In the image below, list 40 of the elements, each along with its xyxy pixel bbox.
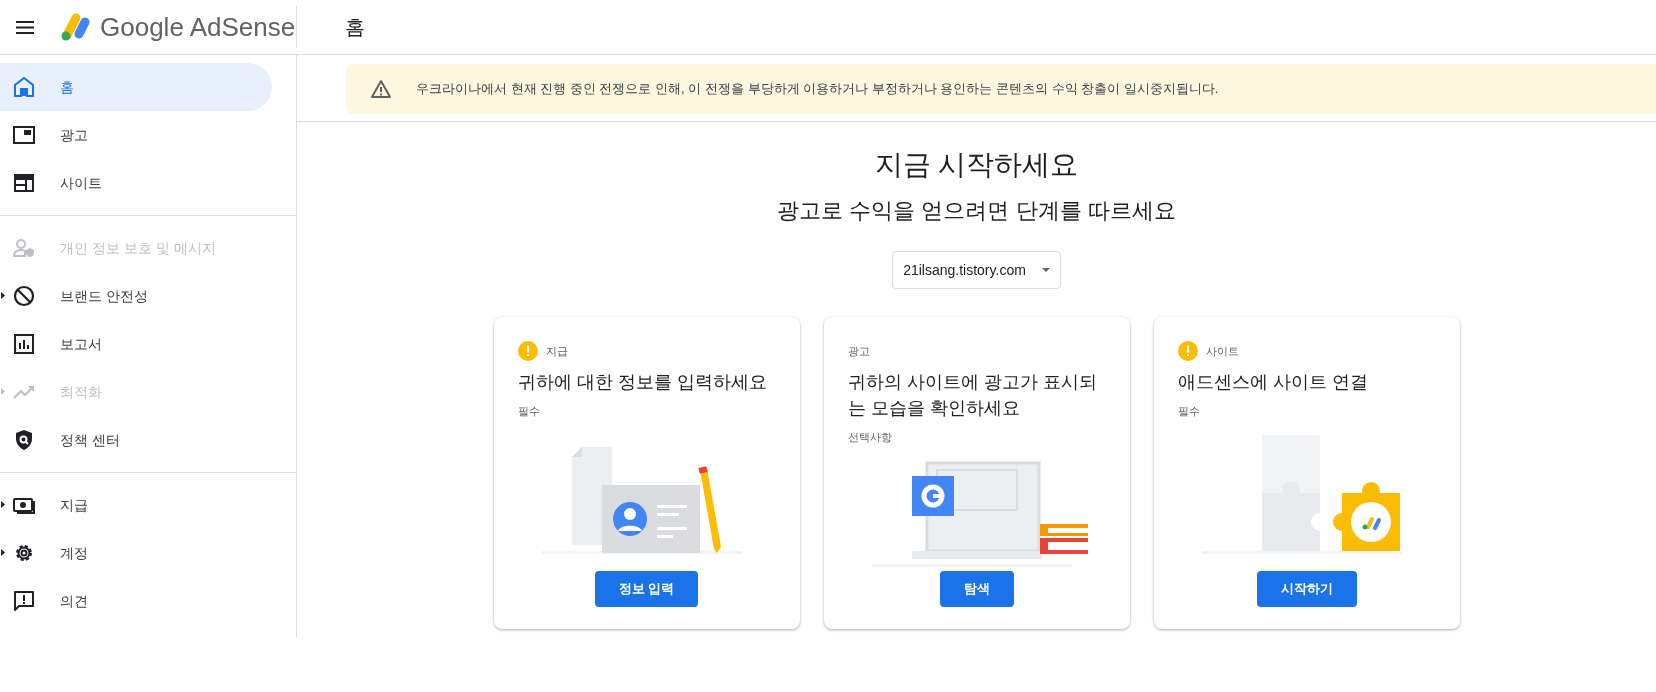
menu-icon[interactable] xyxy=(16,20,34,34)
home-icon xyxy=(12,75,36,99)
card-title: 귀하에 대한 정보를 입력하세요 xyxy=(517,371,768,394)
sidebar-item[interactable]: 사이트 xyxy=(0,159,272,207)
site-dropdown[interactable]: 21ilsang.tistory.com xyxy=(892,251,1061,289)
page-title: 홈 xyxy=(345,15,365,40)
card-requirement: 선택사항 xyxy=(847,430,893,445)
sidebar-item[interactable]: 보고서 xyxy=(0,320,272,368)
card-action-button[interactable]: 탐색 xyxy=(939,571,1014,607)
card-category: 사이트 xyxy=(1205,343,1239,359)
sidebar-item[interactable]: 계정 xyxy=(0,529,272,577)
feedback-icon xyxy=(12,589,36,613)
expand-caret-icon[interactable] xyxy=(1,501,5,508)
card-title: 애드센스에 사이트 연결 xyxy=(1177,371,1369,394)
bar-chart-icon xyxy=(12,332,36,356)
web-layout-icon xyxy=(12,171,36,195)
sidebar-item[interactable]: 광고 xyxy=(0,111,272,159)
sidebar-item[interactable]: 지급 xyxy=(0,481,272,529)
expand-caret-icon[interactable] xyxy=(1,292,5,299)
warning-icon xyxy=(370,79,392,99)
page-subheading: 광고로 수익을 얻으려면 단계를 따르세요 xyxy=(777,197,1176,225)
card-action-button[interactable]: 시작하기 xyxy=(1256,571,1357,607)
ad-panel-icon xyxy=(12,123,36,147)
card-requirement: 필수 xyxy=(517,404,541,419)
sidebar-item[interactable]: 홈 xyxy=(0,63,272,111)
card-category: 광고 xyxy=(847,343,870,359)
page-heading: 지금 시작하세요 xyxy=(874,148,1079,182)
sidebar-item[interactable]: 브랜드 안전성 xyxy=(0,272,272,320)
caret-icon xyxy=(1041,268,1050,272)
product-name: Google AdSense xyxy=(100,10,296,44)
sidebar-item[interactable]: 의견 xyxy=(0,577,272,625)
card-action-button[interactable]: 정보 입력 xyxy=(594,571,699,607)
card-requirement: 필수 xyxy=(1177,404,1201,419)
card-category: 지급 xyxy=(545,343,568,359)
block-icon xyxy=(12,284,36,308)
expand-caret-icon[interactable] xyxy=(1,549,5,556)
sidebar-item[interactable]: 정책 센터 xyxy=(0,416,272,464)
person-shield-icon xyxy=(12,236,36,260)
banner-text: 우크라이나에서 현재 진행 중인 전쟁으로 인해, 이 전쟁을 부당하게 이용하거나 부정하거나 용인하는 콘텐츠의 수익 창출이 일시중지됩니다. xyxy=(416,80,1219,99)
card-title: 귀하의 사이트에 광고가 표시되는 모습을 확인하세요 xyxy=(847,371,1098,420)
